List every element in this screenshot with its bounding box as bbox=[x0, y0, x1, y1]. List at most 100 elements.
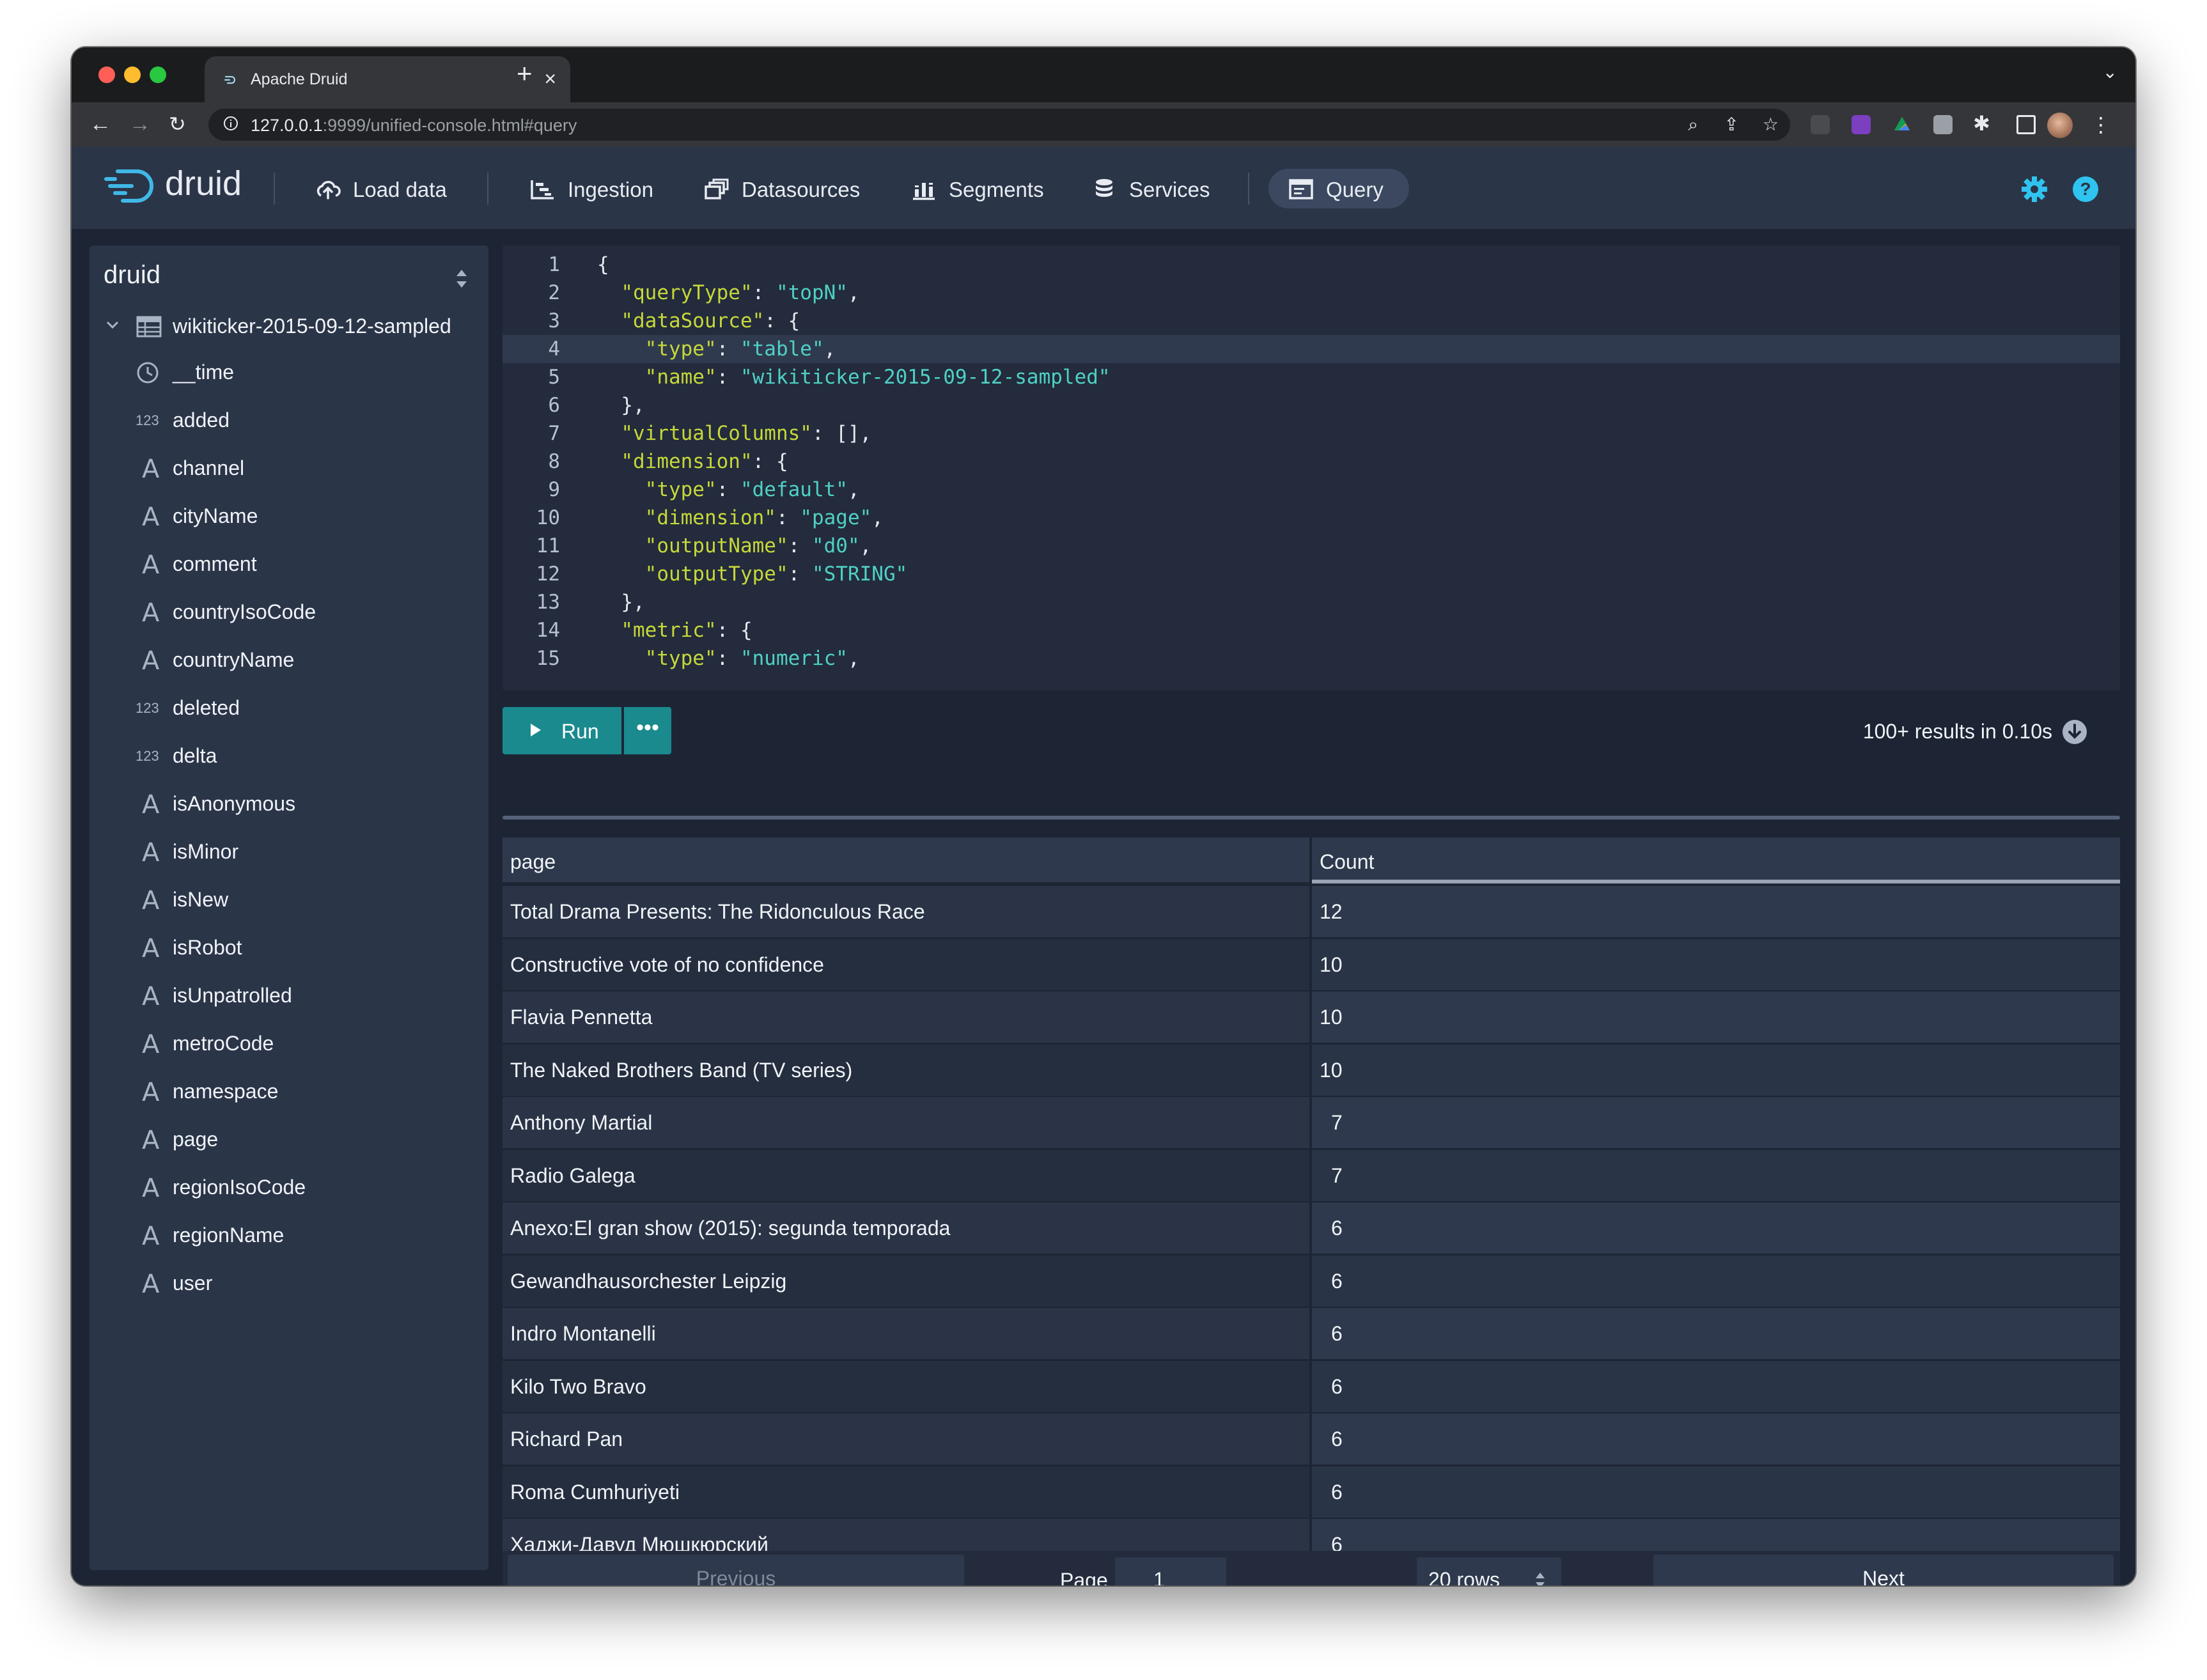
count-cell[interactable]: 6 bbox=[1312, 1308, 2120, 1359]
rows-per-page-select[interactable]: 20 rows bbox=[1417, 1557, 1561, 1585]
side-panel-icon[interactable] bbox=[2016, 115, 2036, 134]
table-row[interactable]: Indro Montanelli 6 bbox=[503, 1308, 2120, 1360]
count-cell[interactable]: 7 bbox=[1312, 1149, 2120, 1201]
column-item[interactable]: AisAnonymous bbox=[90, 784, 488, 823]
close-window-button[interactable] bbox=[98, 66, 115, 83]
code-line[interactable]: 7 "virtualColumns": [], bbox=[503, 419, 2120, 447]
help-icon[interactable]: ? bbox=[2071, 175, 2100, 203]
column-item[interactable]: Auser bbox=[90, 1264, 488, 1302]
nav-services[interactable]: Services bbox=[1091, 169, 1238, 208]
table-row[interactable]: The Naked Brothers Band (TV series) 10 bbox=[503, 1044, 2120, 1097]
page-number-input[interactable]: 1 bbox=[1115, 1557, 1226, 1585]
table-row[interactable]: Roma Cumhuriyeti 6 bbox=[503, 1466, 2120, 1519]
column-header-page[interactable]: page bbox=[503, 837, 1309, 882]
table-row[interactable]: Total Drama Presents: The Ridonculous Ra… bbox=[503, 886, 2120, 938]
column-item[interactable]: Achannel bbox=[90, 449, 488, 487]
zoom-icon[interactable]: ⌕ bbox=[1688, 115, 1698, 134]
count-cell[interactable]: 7 bbox=[1312, 1097, 2120, 1148]
page-cell[interactable]: Total Drama Presents: The Ridonculous Ra… bbox=[503, 886, 1309, 937]
page-cell[interactable]: Indro Montanelli bbox=[503, 1308, 1309, 1359]
count-cell[interactable]: 10 bbox=[1312, 992, 2120, 1043]
nav-query[interactable]: Query bbox=[1268, 169, 1409, 208]
code-line[interactable]: 8 "dimension": { bbox=[503, 447, 2120, 476]
page-cell[interactable]: Richard Pan bbox=[503, 1413, 1309, 1465]
close-tab-icon[interactable]: × bbox=[544, 66, 556, 91]
extension-onenote-icon[interactable] bbox=[1852, 115, 1871, 134]
nav-datasources[interactable]: Datasources bbox=[703, 169, 876, 208]
more-options-button[interactable]: ••• bbox=[624, 707, 671, 754]
column-item[interactable]: AcountryName bbox=[90, 641, 488, 679]
table-row[interactable]: Хаджи-Давуд Мюшкюрский 6 bbox=[503, 1519, 2120, 1551]
query-editor[interactable]: 1{2 "queryType": "topN", 3 "dataSource": … bbox=[503, 245, 2120, 690]
page-cell[interactable]: Kilo Two Bravo bbox=[503, 1360, 1309, 1412]
table-row[interactable]: Anexo:El gran show (2015): segunda tempo… bbox=[503, 1202, 2120, 1255]
count-cell[interactable]: 6 bbox=[1312, 1202, 2120, 1254]
table-row[interactable]: Flavia Pennetta 10 bbox=[503, 992, 2120, 1044]
page-cell[interactable]: Gewandhausorchester Leipzig bbox=[503, 1255, 1309, 1307]
back-icon[interactable]: ← bbox=[90, 111, 111, 137]
extension-z-icon[interactable] bbox=[1811, 115, 1830, 134]
table-row[interactable]: Kilo Two Bravo 6 bbox=[503, 1360, 2120, 1413]
chevron-down-icon[interactable] bbox=[104, 316, 121, 334]
code-line[interactable]: 12 "outputType": "STRING" bbox=[503, 560, 2120, 588]
table-row[interactable]: Gewandhausorchester Leipzig 6 bbox=[503, 1255, 2120, 1308]
download-icon[interactable] bbox=[2061, 719, 2088, 745]
page-cell[interactable]: Constructive vote of no confidence bbox=[503, 938, 1309, 990]
page-cell[interactable]: Radio Galega bbox=[503, 1149, 1309, 1201]
count-cell[interactable]: 10 bbox=[1312, 1044, 2120, 1096]
column-item[interactable]: AregionIsoCode bbox=[90, 1168, 488, 1206]
run-button[interactable]: Run bbox=[503, 707, 621, 754]
code-line[interactable]: 10 "dimension": "page", bbox=[503, 504, 2120, 532]
code-line[interactable]: 1{ bbox=[503, 251, 2120, 279]
code-line[interactable]: 9 "type": "default", bbox=[503, 476, 2120, 504]
count-cell[interactable]: 6 bbox=[1312, 1413, 2120, 1465]
new-tab-icon[interactable]: + bbox=[517, 59, 533, 88]
page-cell[interactable]: Anexo:El gran show (2015): segunda tempo… bbox=[503, 1202, 1309, 1254]
code-line[interactable]: 2 "queryType": "topN", bbox=[503, 279, 2120, 307]
druid-logo-icon[interactable] bbox=[104, 164, 161, 208]
column-item[interactable]: AmetroCode bbox=[90, 1024, 488, 1062]
druid-logo-text[interactable]: druid bbox=[165, 164, 242, 203]
column-item[interactable]: Anamespace bbox=[90, 1072, 488, 1110]
column-item[interactable]: AisRobot bbox=[90, 928, 488, 967]
code-line[interactable]: 11 "outputName": "d0", bbox=[503, 532, 2120, 560]
column-item[interactable]: AisUnpatrolled bbox=[90, 976, 488, 1015]
schema-select-caret-icon[interactable] bbox=[454, 266, 469, 292]
count-cell[interactable]: 6 bbox=[1312, 1519, 2120, 1551]
extensions-puzzle-icon[interactable]: ✱ bbox=[1973, 113, 1990, 134]
table-row[interactable]: Anthony Martial 7 bbox=[503, 1097, 2120, 1149]
code-line[interactable]: 6 }, bbox=[503, 391, 2120, 419]
minimize-window-button[interactable] bbox=[124, 66, 141, 83]
nav-load-data[interactable]: Load data bbox=[315, 169, 462, 208]
browser-menu-icon[interactable]: ⋮ bbox=[2091, 113, 2111, 137]
column-item[interactable]: AcityName bbox=[90, 497, 488, 535]
table-row[interactable]: Radio Galega 7 bbox=[503, 1149, 2120, 1202]
profile-avatar[interactable] bbox=[2047, 113, 2073, 138]
column-item[interactable]: Acomment bbox=[90, 545, 488, 583]
site-info-icon[interactable] bbox=[222, 115, 239, 132]
column-item[interactable]: 123 deleted bbox=[90, 688, 488, 727]
table-row[interactable]: Constructive vote of no confidence 10 bbox=[503, 938, 2120, 992]
page-cell[interactable]: The Naked Brothers Band (TV series) bbox=[503, 1044, 1309, 1096]
previous-page-button[interactable]: Previous bbox=[508, 1555, 964, 1585]
settings-gear-icon[interactable] bbox=[2020, 175, 2048, 203]
count-cell[interactable]: 10 bbox=[1312, 938, 2120, 990]
count-cell[interactable]: 6 bbox=[1312, 1466, 2120, 1518]
code-line[interactable]: 4 "type": "table", bbox=[503, 335, 2120, 363]
browser-tab[interactable]: Apache Druid × bbox=[205, 56, 570, 102]
count-cell[interactable]: 6 bbox=[1312, 1360, 2120, 1412]
reload-icon[interactable]: ↻ bbox=[169, 111, 186, 137]
column-item[interactable]: Apage bbox=[90, 1120, 488, 1158]
code-line[interactable]: 14 "metric": { bbox=[503, 616, 2120, 644]
nav-segments[interactable]: Segments bbox=[910, 169, 1064, 208]
column-item[interactable]: 123 delta bbox=[90, 736, 488, 775]
column-item[interactable]: AisNew bbox=[90, 880, 488, 919]
code-line[interactable]: 5 "name": "wikiticker-2015-09-12-sampled… bbox=[503, 363, 2120, 391]
column-header-count[interactable]: Count bbox=[1312, 837, 2120, 882]
bookmark-star-icon[interactable]: ☆ bbox=[1763, 115, 1779, 134]
code-line[interactable]: 3 "dataSource": { bbox=[503, 307, 2120, 335]
page-cell[interactable]: Flavia Pennetta bbox=[503, 992, 1309, 1043]
datasource-tree-node[interactable]: wikiticker-2015-09-12-sampled bbox=[90, 307, 488, 345]
extension-drive-icon[interactable] bbox=[1892, 115, 1912, 134]
column-item[interactable]: AregionName bbox=[90, 1216, 488, 1254]
